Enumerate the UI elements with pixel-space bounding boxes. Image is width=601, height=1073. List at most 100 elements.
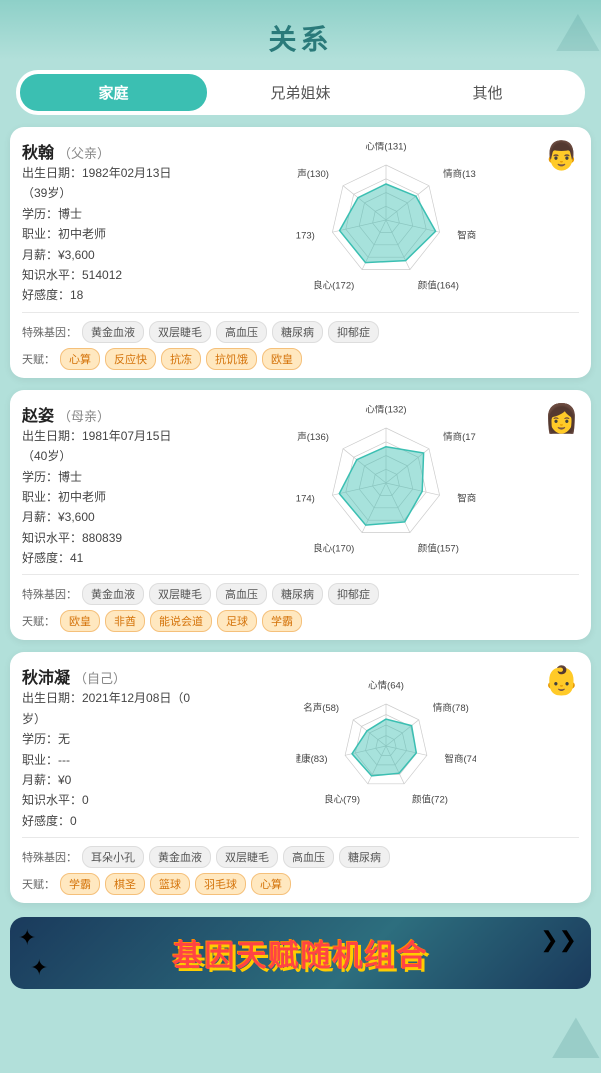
- knowledge: 知识水平：880839: [22, 528, 192, 548]
- svg-text:情商(78): 情商(78): [432, 702, 468, 714]
- birthdate: 出生日期：1982年02月13日（39岁）: [22, 163, 192, 204]
- birthdate: 出生日期：1981年07月15日（40岁）: [22, 426, 192, 467]
- cards-container: 秋翰 （父亲） 出生日期：1982年02月13日（39岁） 学历：博士 职业：初…: [0, 127, 601, 903]
- affection: 好感度：41: [22, 548, 192, 568]
- talents-row: 天赋： 欧皇非酋能说会道足球学霸: [22, 610, 579, 632]
- svg-text:智商(74): 智商(74): [444, 753, 476, 765]
- tab-family[interactable]: 家庭: [20, 74, 207, 111]
- radar-chart: 心情(132) 情商(175) 智商(135) 颜值(157) 良心(170) 健康(17…: [296, 405, 476, 565]
- genes-label: 特殊基因：: [22, 324, 77, 340]
- tabs-row: 家庭 兄弟姐妹 其他: [16, 70, 585, 115]
- bottom-banner: ✦ ✦ 基因天赋随机组合 ❯❯: [10, 917, 591, 989]
- person-avatar: 👨: [544, 139, 579, 172]
- talent-label: 天赋：: [22, 613, 55, 629]
- salary: 月薪：¥3,600: [22, 507, 192, 527]
- svg-text:心情(64): 心情(64): [368, 679, 404, 691]
- divider: [22, 312, 579, 313]
- talent-tag: 抗饥饿: [206, 348, 257, 370]
- svg-text:健康(173): 健康(173): [296, 230, 315, 242]
- talents-row: 天赋： 心算反应快抗冻抗饥饿欧皇: [22, 348, 579, 370]
- gene-tag: 糖尿病: [272, 321, 323, 343]
- gene-tag: 糖尿病: [272, 583, 323, 605]
- talent-tag: 学霸: [60, 873, 100, 895]
- person-avatar: 👶: [544, 664, 579, 697]
- person-card-0: 秋翰 （父亲） 出生日期：1982年02月13日（39岁） 学历：博士 职业：初…: [10, 127, 591, 378]
- gene-tag: 黄金血液: [82, 583, 144, 605]
- talent-tag: 能说会道: [150, 610, 212, 632]
- tab-other[interactable]: 其他: [394, 74, 581, 111]
- person-role: （母亲）: [58, 406, 110, 425]
- talent-tag: 反应快: [105, 348, 156, 370]
- education: 学历：无: [22, 729, 192, 749]
- svg-text:名声(136): 名声(136): [296, 431, 329, 443]
- svg-text:良心(170): 良心(170): [313, 542, 354, 554]
- person-name: 秋沛凝: [22, 664, 70, 688]
- svg-text:健康(83): 健康(83): [296, 753, 328, 765]
- knowledge: 知识水平：514012: [22, 265, 192, 285]
- person-name: 赵姿: [22, 402, 54, 426]
- education: 学历：博士: [22, 204, 192, 224]
- education: 学历：博士: [22, 467, 192, 487]
- sparkle-1: ✦: [18, 925, 36, 951]
- person-role: （自己）: [74, 668, 126, 687]
- divider: [22, 574, 579, 575]
- person-avatar: 👩: [544, 402, 579, 435]
- genes-row: 特殊基因： 黄金血液双层睫毛高血压糖尿病抑郁症: [22, 583, 579, 605]
- sparkle-3: ❯❯: [540, 927, 577, 953]
- talent-label: 天赋：: [22, 351, 55, 367]
- job: 职业：---: [22, 750, 192, 770]
- job: 职业：初中老师: [22, 224, 192, 244]
- svg-text:智商(135): 智商(135): [457, 493, 476, 505]
- gene-tag: 黄金血液: [149, 846, 211, 868]
- job: 职业：初中老师: [22, 487, 192, 507]
- genes-row: 特殊基因： 黄金血液双层睫毛高血压糖尿病抑郁症: [22, 321, 579, 343]
- gene-tag: 抑郁症: [328, 321, 379, 343]
- genes-label: 特殊基因：: [22, 586, 77, 602]
- gene-tag: 抑郁症: [328, 583, 379, 605]
- svg-text:颜值(164): 颜值(164): [417, 280, 458, 292]
- birthdate: 出生日期：2021年12月08日（0岁）: [22, 688, 192, 729]
- svg-text:情商(139): 情商(139): [443, 168, 476, 180]
- talent-tag: 欧皇: [60, 610, 100, 632]
- talent-tag: 非酋: [105, 610, 145, 632]
- svg-text:名声(130): 名声(130): [296, 168, 329, 180]
- person-role: （父亲）: [58, 143, 110, 162]
- gene-tag: 双层睫毛: [149, 321, 211, 343]
- talent-tag: 篮球: [150, 873, 190, 895]
- genes-row: 特殊基因： 耳朵小孔黄金血液双层睫毛高血压糖尿病: [22, 846, 579, 868]
- banner-text: 基因天赋随机组合: [173, 931, 429, 975]
- talent-tag: 抗冻: [161, 348, 201, 370]
- svg-text:情商(175): 情商(175): [443, 431, 476, 443]
- svg-text:颜值(157): 颜值(157): [417, 542, 458, 554]
- svg-text:健康(174): 健康(174): [296, 493, 315, 505]
- talent-tag: 心算: [60, 348, 100, 370]
- gene-tag: 双层睫毛: [149, 583, 211, 605]
- bottom-mountain-decoration: ⛰: [551, 1003, 601, 1073]
- knowledge: 知识水平：0: [22, 790, 192, 810]
- talent-tag: 棋圣: [105, 873, 145, 895]
- svg-text:智商(185): 智商(185): [457, 230, 476, 242]
- gene-tag: 高血压: [216, 583, 267, 605]
- gene-tag: 糖尿病: [339, 846, 390, 868]
- talent-tag: 欧皇: [262, 348, 302, 370]
- gene-tag: 高血压: [216, 321, 267, 343]
- gene-tag: 高血压: [283, 846, 334, 868]
- talent-tag: 羽毛球: [195, 873, 246, 895]
- svg-text:良心(79): 良心(79): [324, 793, 360, 805]
- page-title: 关系: [0, 0, 601, 70]
- talent-tag: 心算: [251, 873, 291, 895]
- radar-chart: 心情(131)情商(139)智商(185)颜值(164)良心(172)健康(17…: [296, 142, 476, 302]
- genes-label: 特殊基因：: [22, 849, 77, 865]
- tab-siblings[interactable]: 兄弟姐妹: [207, 74, 394, 111]
- radar-chart: 心情(64) 情商(78) 智商(74) 颜值(72) 良心(79) 健康(83) 名声(5…: [296, 668, 476, 828]
- talent-tag: 学霸: [262, 610, 302, 632]
- gene-tag: 耳朵小孔: [82, 846, 144, 868]
- svg-text:心情(132): 心情(132): [365, 405, 406, 416]
- person-name: 秋翰: [22, 139, 54, 163]
- affection: 好感度：18: [22, 285, 192, 305]
- svg-text:名声(58): 名声(58): [303, 702, 339, 714]
- person-card-2: 秋沛凝 （自己） 出生日期：2021年12月08日（0岁） 学历：无 职业：--…: [10, 652, 591, 903]
- svg-text:颜值(72): 颜值(72): [412, 793, 448, 805]
- gene-tag: 双层睫毛: [216, 846, 278, 868]
- talents-row: 天赋： 学霸棋圣篮球羽毛球心算: [22, 873, 579, 895]
